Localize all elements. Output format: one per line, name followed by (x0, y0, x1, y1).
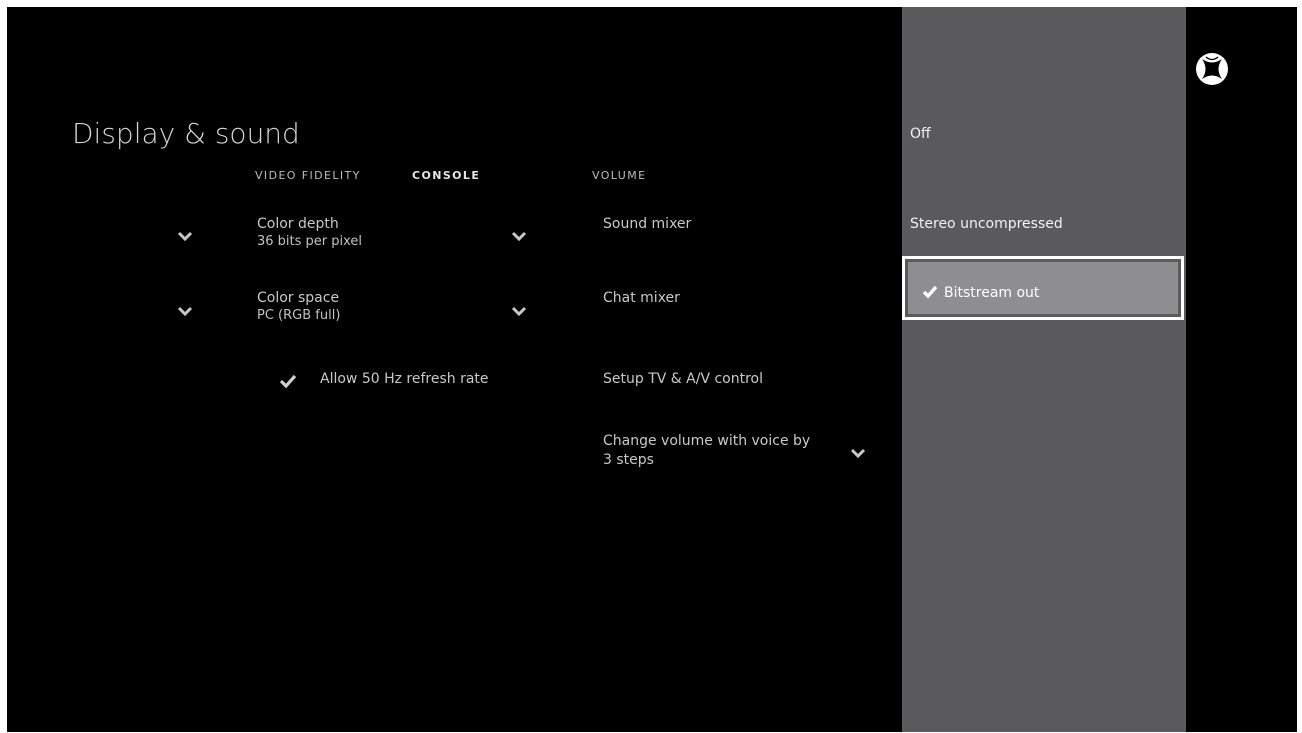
color-space-setting[interactable]: Color space PC (RGB full) (257, 290, 340, 324)
section-video-fidelity[interactable]: VIDEO FIDELITY (255, 169, 361, 182)
allow-50hz-toggle[interactable]: Allow 50 Hz refresh rate (320, 371, 489, 388)
option-bitstream-out-label: Bitstream out (944, 285, 1040, 301)
chat-mixer-item[interactable]: Chat mixer (603, 290, 680, 307)
change-volume-voice-setting[interactable]: Change volume with voice by 3 steps (603, 432, 810, 470)
sound-mixer-item[interactable]: Sound mixer (603, 216, 691, 233)
settings-screen: Display & sound VIDEO FIDELITY CONSOLE V… (7, 7, 1297, 732)
chevron-down-icon[interactable] (511, 305, 527, 317)
checkmark-icon[interactable] (279, 373, 297, 389)
option-bitstream-out[interactable]: Bitstream out (902, 256, 1184, 320)
checkmark-icon (922, 285, 938, 303)
change-volume-label: Change volume with voice by (603, 433, 811, 449)
setup-tv-av-control-item[interactable]: Setup TV & A/V control (603, 371, 763, 388)
change-volume-value: 3 steps (603, 452, 654, 468)
option-stereo-uncompressed[interactable]: Stereo uncompressed (910, 216, 1063, 232)
xbox-logo-icon (1195, 52, 1229, 86)
option-off[interactable]: Off (910, 126, 931, 142)
chevron-down-icon[interactable] (511, 230, 527, 242)
color-space-value: PC (RGB full) (257, 308, 341, 323)
section-volume[interactable]: VOLUME (592, 169, 646, 182)
page-title: Display & sound (72, 117, 300, 150)
chevron-down-icon[interactable] (177, 305, 193, 317)
section-console[interactable]: CONSOLE (412, 169, 480, 182)
selected-option-highlight: Bitstream out (908, 262, 1178, 314)
color-space-label: Color space (257, 290, 340, 306)
options-panel: Off Stereo uncompressed Bitstream out (902, 7, 1186, 732)
color-depth-value: 36 bits per pixel (257, 234, 363, 249)
color-depth-setting[interactable]: Color depth 36 bits per pixel (257, 216, 362, 250)
chevron-down-icon[interactable] (850, 447, 866, 459)
color-depth-label: Color depth (257, 216, 339, 232)
chevron-down-icon[interactable] (177, 230, 193, 242)
